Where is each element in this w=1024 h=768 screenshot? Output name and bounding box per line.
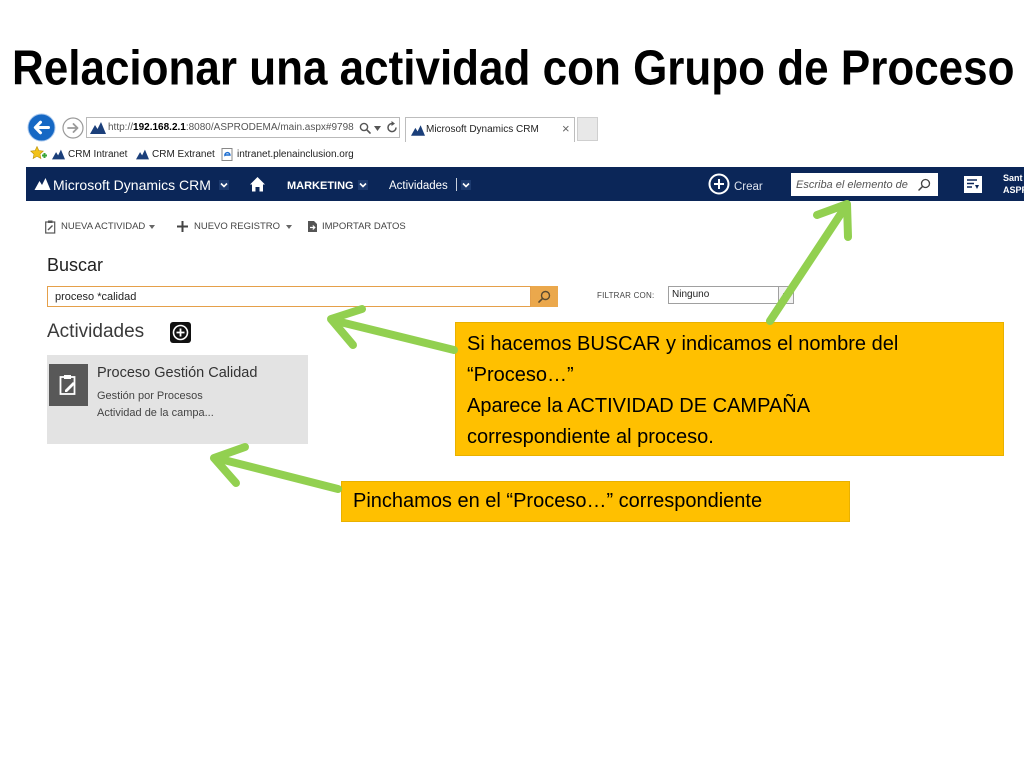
advanced-find-icon[interactable]	[963, 175, 983, 194]
create-add-icon[interactable]	[708, 173, 730, 195]
callout-line: “Proceso…”	[467, 364, 574, 386]
filter-select[interactable]: Ninguno	[668, 286, 794, 304]
home-icon[interactable]	[249, 176, 266, 192]
ie-page-icon	[221, 147, 233, 161]
crm-logo-icon	[52, 149, 65, 159]
new-tab-button[interactable]	[577, 117, 598, 141]
callout-line: Pinchamos en el “Proceso…” correspondien…	[353, 490, 763, 512]
back-button[interactable]	[27, 113, 56, 142]
arrow-to-result-card	[210, 443, 342, 493]
address-bar[interactable]: http://192.168.2.1:8080/ASPRODEMA/main.a…	[86, 117, 400, 138]
entity-menu-actividades[interactable]: Actividades	[389, 180, 448, 192]
address-url: http://192.168.2.1:8080/ASPRODEMA/main.a…	[108, 118, 356, 137]
forward-arrow-icon	[62, 117, 84, 139]
search-heading: Buscar	[47, 255, 104, 275]
callout-line: Si hacemos BUSCAR y indicamos el nombre …	[467, 333, 899, 355]
card-title: Proceso Gestión Calidad	[97, 365, 258, 381]
favorite-crm-intranet[interactable]: CRM Intranet	[52, 147, 127, 161]
chevron-down-icon[interactable]	[461, 180, 471, 190]
favorite-label: intranet.plenainclusion.org	[237, 148, 354, 160]
area-menu-marketing[interactable]: MARKETING	[287, 180, 354, 192]
arrow-head	[327, 305, 366, 349]
search-icon[interactable]	[359, 122, 371, 134]
url-host: 192.168.2.1	[133, 122, 186, 133]
caret-down-icon	[286, 224, 293, 229]
new-record-label: NUEVO REGISTRO	[194, 221, 281, 232]
card-detail: Actividad de la campa...	[97, 407, 214, 419]
crm-nav-bar: Microsoft Dynamics CRM MARKETING Activid…	[26, 167, 1024, 201]
callout-click-instruction: Pinchamos en el “Proceso…” correspondien…	[341, 481, 850, 522]
crm-logo-icon	[136, 149, 149, 159]
caret-down-icon	[149, 224, 156, 229]
arrow-head	[813, 200, 852, 241]
global-search-input[interactable]	[796, 177, 914, 192]
create-button-label[interactable]: Crear	[734, 181, 763, 193]
new-activity-label: NUEVA ACTIVIDAD	[61, 221, 146, 232]
browser-tab-active[interactable]: Microsoft Dynamics CRM ×	[405, 117, 575, 142]
card-subtitle: Gestión por Procesos	[97, 390, 203, 402]
favorite-intranet-plenainclusion[interactable]: intranet.plenainclusion.org	[221, 147, 354, 161]
callout-line: Aparece la ACTIVIDAD DE CAMPAÑA	[467, 395, 811, 417]
filter-dropdown-toggle[interactable]	[778, 287, 793, 303]
import-data-button[interactable]: IMPORTAR DATOS	[307, 219, 406, 234]
arrow-shaft	[328, 316, 458, 354]
favorite-label: CRM Extranet	[152, 148, 215, 160]
results-heading: Actividades	[47, 321, 145, 342]
forward-button[interactable]	[62, 117, 84, 139]
campaign-activity-icon	[49, 364, 88, 406]
add-activity-icon[interactable]	[170, 322, 191, 343]
arrow-to-search-input	[327, 305, 458, 354]
search-icon[interactable]	[918, 178, 931, 191]
import-icon	[308, 221, 317, 232]
user-organization: ASPR	[1003, 185, 1024, 195]
user-info[interactable]: Sant ASPR	[1003, 172, 1024, 196]
crm-logo-icon	[34, 178, 51, 190]
tab-title: Microsoft Dynamics CRM	[426, 124, 539, 135]
new-activity-button[interactable]: NUEVA ACTIVIDAD	[45, 219, 156, 234]
crm-logo-icon	[90, 122, 106, 134]
brand-name[interactable]: Microsoft Dynamics CRM	[53, 177, 211, 193]
back-arrow-icon	[27, 113, 56, 142]
global-search-box[interactable]	[791, 173, 938, 196]
callout-search-explanation: Si hacemos BUSCAR y indicamos el nombre …	[455, 322, 1004, 456]
user-name: Sant	[1003, 173, 1023, 183]
caret-down-icon[interactable]	[374, 126, 381, 131]
filter-label: FILTRAR CON:	[597, 291, 655, 300]
favorite-crm-extranet[interactable]: CRM Extranet	[136, 147, 215, 161]
url-path: :8080/ASPRODEMA/main.aspx#9798	[185, 122, 354, 133]
new-activity-icon	[45, 220, 56, 234]
chevron-down-icon[interactable]	[358, 180, 368, 190]
import-data-label: IMPORTAR DATOS	[322, 221, 406, 232]
crm-logo-icon	[411, 125, 425, 136]
caret-down-icon	[782, 292, 790, 298]
favorite-label: CRM Intranet	[68, 148, 128, 160]
plus-icon	[177, 221, 188, 232]
search-query-input[interactable]	[47, 286, 531, 307]
clipboard-edit-icon	[59, 375, 75, 395]
chevron-down-icon[interactable]	[219, 180, 229, 190]
slide-title: Relacionar una actividad con Grupo de Pr…	[12, 40, 1015, 96]
nav-separator	[456, 178, 457, 191]
arrow-head	[210, 443, 249, 487]
refresh-icon[interactable]	[386, 121, 398, 134]
search-icon	[538, 290, 551, 303]
filter-selected-value: Ninguno	[672, 289, 710, 300]
result-card[interactable]: Proceso Gestión Calidad Gestión por Proc…	[47, 355, 308, 444]
arrow-shaft	[212, 454, 342, 493]
add-favorite-star-icon[interactable]	[30, 146, 47, 161]
search-button[interactable]	[531, 286, 558, 307]
callout-line: correspondiente al proceso.	[467, 426, 714, 448]
url-scheme: http://	[108, 122, 134, 133]
tab-close-button[interactable]: ×	[562, 121, 570, 136]
new-record-button[interactable]: NUEVO REGISTRO	[177, 219, 293, 234]
